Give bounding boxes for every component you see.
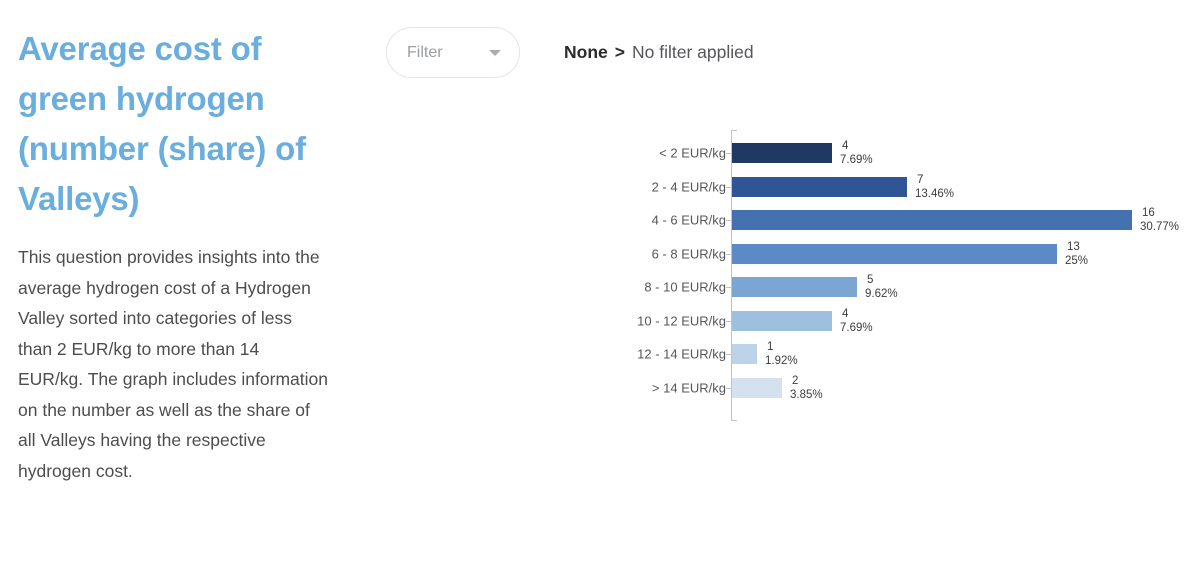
filter-bar: Filter None > No filter applied — [386, 27, 754, 78]
filter-status-label: None — [564, 42, 608, 62]
chart-category-label: > 14 EUR/kg — [651, 380, 726, 395]
chart-bar[interactable] — [732, 344, 757, 364]
chart-value-count: 4 — [842, 307, 849, 320]
panel-description: This question provides insights into the… — [18, 247, 328, 481]
chart-value-share: 30.77% — [1140, 221, 1180, 233]
chart-axis-tick — [726, 253, 731, 255]
chart-category-label: 4 - 6 EUR/kg — [651, 212, 726, 228]
chart-category-label: 2 - 4 EUR/kg — [651, 179, 726, 194]
chart-value-label: 5 9.62% — [865, 273, 898, 301]
chart-bar[interactable] — [732, 277, 857, 297]
chart-bar-row: 12 - 14 EUR/kg 1 1.92% — [600, 339, 1200, 369]
filter-dropdown[interactable]: Filter — [386, 27, 520, 78]
chart-value-label: 1 1.92% — [765, 340, 798, 368]
chart-value-count: 1 — [767, 341, 774, 353]
chart-axis-tick — [726, 153, 731, 154]
chart-value-share: 13.46% — [915, 187, 955, 200]
filter-dropdown-label: Filter — [407, 43, 443, 61]
chart-bar-row: 8 - 10 EUR/kg 5 9.62% — [600, 272, 1200, 302]
chart-bar-row: 4 - 6 EUR/kg 16 30.77% — [600, 205, 1200, 235]
chart-value-label: 13 25% — [1065, 240, 1088, 268]
chart-bar-row: 6 - 8 EUR/kg 13 25% — [600, 239, 1200, 269]
chart-bar[interactable] — [732, 176, 907, 197]
chart-value-label: 7 13.46% — [915, 173, 954, 201]
chart-value-share: 3.85% — [790, 388, 823, 401]
chart-category-label: 12 - 14 EUR/kg — [637, 346, 726, 362]
chart-value-label: 2 3.85% — [790, 374, 823, 402]
chart-bar-row: < 2 EUR/kg 4 7.69% — [600, 138, 1200, 168]
filter-status: None > No filter applied — [564, 42, 754, 63]
chart-axis-tick — [726, 354, 731, 355]
chart-value-share: 7.69% — [840, 321, 873, 334]
chart-value-share: 7.69% — [840, 154, 873, 166]
chart-value-count: 4 — [842, 140, 849, 152]
chart-value-share: 25% — [1065, 254, 1089, 267]
filter-status-separator: > — [614, 42, 625, 62]
chart-value-count: 7 — [917, 173, 924, 186]
chart-value-share: 9.62% — [865, 288, 898, 300]
chart-value-count: 5 — [867, 274, 874, 286]
chart-bar-row: > 14 EUR/kg 2 3.85% — [600, 373, 1200, 403]
chart-value-label: 4 7.69% — [840, 307, 873, 335]
chart-category-label: 10 - 12 EUR/kg — [637, 313, 726, 328]
chart-bar-row: 10 - 12 EUR/kg 4 7.69% — [600, 306, 1200, 336]
chart-value-count: 13 — [1067, 240, 1080, 253]
info-panel: Average cost of green hydrogen (number (… — [18, 24, 348, 486]
chart-category-label: < 2 EUR/kg — [659, 145, 726, 161]
chart-value-share: 1.92% — [765, 355, 798, 367]
page-title: Average cost of green hydrogen (number (… — [18, 30, 306, 217]
chart-axis-tick — [726, 287, 731, 288]
chart-bar[interactable] — [732, 243, 1057, 264]
chart-bar[interactable] — [732, 143, 832, 163]
chart-bar[interactable] — [732, 377, 782, 398]
chart-value-count: 2 — [792, 374, 799, 387]
chart-bar-row: 2 - 4 EUR/kg 7 13.46% — [600, 172, 1200, 202]
chart-axis-cap-top — [731, 130, 737, 131]
chart-axis-cap-bottom — [731, 420, 737, 421]
chart-axis-tick — [726, 387, 731, 389]
chart-bar[interactable] — [732, 310, 832, 331]
chevron-down-icon — [489, 49, 501, 56]
chart-axis-tick — [726, 320, 731, 322]
chart-value-label: 4 7.69% — [840, 139, 873, 167]
chart-value-label: 16 30.77% — [1140, 206, 1179, 234]
dashboard-page: Average cost of green hydrogen (number (… — [0, 0, 1200, 563]
bar-chart: < 2 EUR/kg 4 7.69% 2 - 4 EUR/kg 7 13.46% 4 - 6… — [600, 120, 1200, 440]
filter-status-value: No filter applied — [631, 42, 754, 62]
chart-value-count: 16 — [1142, 207, 1155, 219]
chart-axis-tick — [726, 186, 731, 188]
chart-bar[interactable] — [732, 210, 1132, 230]
chart-category-label: 8 - 10 EUR/kg — [644, 279, 726, 295]
chart-axis-tick — [726, 220, 731, 221]
chart-category-label: 6 - 8 EUR/kg — [651, 246, 726, 261]
